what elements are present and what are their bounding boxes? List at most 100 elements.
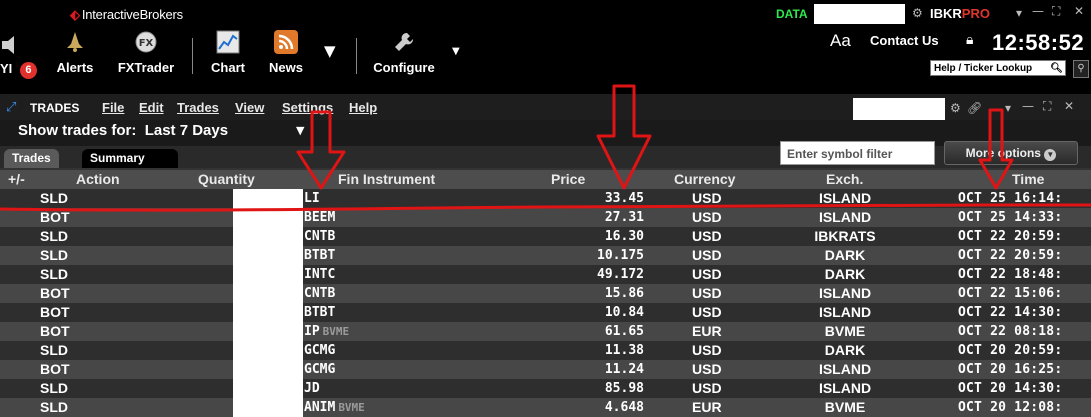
rss-icon: [274, 30, 298, 54]
window-minimize-icon[interactable]: —: [1022, 99, 1034, 113]
tool-configure-label: Configure: [373, 60, 435, 75]
cell-time-text: OCT 20 12:08:: [958, 400, 1063, 415]
search-icon: 🔍︎: [1050, 63, 1063, 74]
table-row[interactable]: BOT CNTB 15.86 USD ISLAND OCT 22 15:06:: [0, 284, 1091, 303]
cell-instrument-exchange: BVME: [338, 401, 365, 414]
cell-price-text: 11.38: [604, 343, 644, 358]
close-icon[interactable]: ✕: [1074, 4, 1084, 18]
tool-fxtrader-label: FXTrader: [117, 60, 175, 75]
cell-instrument: GCMG: [304, 360, 335, 379]
window-symbol-box[interactable]: [853, 98, 945, 120]
cell-action-text: SLD: [40, 266, 68, 282]
table-row[interactable]: SLD CNTB 16.30 USD IBKRATS OCT 22 20:59:: [0, 227, 1091, 246]
cell-action: BOT: [40, 303, 70, 322]
menu-trades[interactable]: Trades: [177, 100, 219, 115]
cell-instrument-text: IP: [304, 324, 320, 339]
cell-price-text: 10.84: [604, 305, 644, 320]
menu-settings[interactable]: Settings: [282, 100, 333, 115]
news-dropdown-arrow-icon[interactable]: ▼: [324, 42, 336, 60]
menu-help[interactable]: Help: [349, 100, 377, 115]
tab-trades[interactable]: Trades: [4, 149, 59, 168]
cell-action-text: SLD: [40, 247, 68, 263]
cell-currency-text: USD: [692, 266, 722, 282]
window-link-icon[interactable]: 🔗︎: [967, 101, 982, 115]
cell-instrument-text: BTBT: [304, 305, 336, 320]
tab-summary[interactable]: Summary: [82, 149, 178, 168]
wrench-icon: [392, 30, 416, 54]
col-currency[interactable]: Currency: [674, 171, 735, 187]
tool-chart[interactable]: Chart: [206, 30, 250, 75]
period-dropdown-icon[interactable]: ▼: [296, 124, 304, 137]
ticker-lookup-placeholder: Help / Ticker Lookup: [934, 63, 1033, 74]
col-time[interactable]: Time: [1012, 171, 1044, 187]
lock-icon[interactable]: 🔒︎: [966, 32, 973, 48]
font-size-button[interactable]: Aa: [830, 31, 851, 51]
table-row[interactable]: SLD BTBT 10.175 USD DARK OCT 22 20:59:: [0, 246, 1091, 265]
cell-price-text: 61.65: [604, 324, 644, 339]
cell-instrument-text: INTC: [304, 267, 336, 282]
table-row[interactable]: BOT BEEM 27.31 USD ISLAND OCT 25 14:33:: [0, 208, 1091, 227]
cell-action-text: SLD: [40, 342, 68, 358]
menu-view[interactable]: View: [235, 100, 264, 115]
window-dropdown-icon[interactable]: ▾: [1005, 101, 1011, 115]
tool-yi[interactable]: YI 6: [0, 61, 37, 79]
cell-exchange: ISLAND: [790, 284, 900, 303]
table-row[interactable]: BOT IP BVME 61.65 EUR BVME OCT 22 08:18:: [0, 322, 1091, 341]
cell-price-text: 49.172: [597, 267, 644, 282]
table-row[interactable]: SLD JD 85.98 USD ISLAND OCT 20 14:30:: [0, 379, 1091, 398]
cell-instrument-text: CNTB: [304, 229, 336, 244]
gear-icon[interactable]: ⚙: [912, 6, 923, 20]
table-row[interactable]: BOT BTBT 10.84 USD ISLAND OCT 22 14:30:: [0, 303, 1091, 322]
table-row[interactable]: SLD GCMG 11.38 USD DARK OCT 20 20:59:: [0, 341, 1091, 360]
show-trades-for[interactable]: Show trades for: Last 7 Days: [18, 122, 228, 139]
cell-quantity-redacted: [233, 208, 303, 227]
maximize-icon[interactable]: ⛶: [1052, 4, 1060, 19]
cell-exchange: ISLAND: [790, 379, 900, 398]
cell-action: BOT: [40, 208, 70, 227]
col-action[interactable]: Action: [76, 171, 120, 187]
configure-dropdown-arrow-icon[interactable]: ▼: [452, 46, 460, 57]
col-quantity[interactable]: Quantity: [198, 171, 255, 187]
table-row[interactable]: SLD LI 33.45 USD ISLAND OCT 25 16:14:: [0, 189, 1091, 208]
window-maximize-icon[interactable]: ⛶: [1043, 99, 1051, 114]
cell-instrument: JD: [304, 379, 320, 398]
table-row[interactable]: SLD INTC 49.172 USD DARK OCT 22 18:48:: [0, 265, 1091, 284]
cell-instrument: BTBT: [304, 303, 335, 322]
cell-currency-text: USD: [692, 361, 722, 377]
more-options-label: More options: [965, 146, 1041, 160]
tool-alerts[interactable]: Alerts: [52, 30, 98, 75]
speaker-icon[interactable]: [0, 32, 20, 58]
cell-exchange-text: BVME: [824, 323, 866, 339]
dropdown-arrow-icon[interactable]: ▾: [1016, 6, 1022, 20]
cell-time: OCT 20 12:08:: [958, 398, 1062, 417]
more-options-button[interactable]: More options ▼: [944, 141, 1078, 165]
tool-configure[interactable]: Configure: [368, 30, 440, 75]
window-close-icon[interactable]: ✕: [1064, 99, 1074, 113]
show-for-value[interactable]: Last 7 Days: [145, 122, 228, 139]
tool-fxtrader[interactable]: FX FXTrader: [112, 30, 180, 75]
minimize-icon[interactable]: —: [1032, 4, 1044, 18]
col-plusminus[interactable]: +/-: [8, 171, 25, 187]
col-fin-instrument[interactable]: Fin Instrument: [338, 171, 435, 187]
menu-edit[interactable]: Edit: [139, 100, 164, 115]
contact-us-link[interactable]: Contact Us: [870, 33, 939, 48]
table-row[interactable]: SLD ANIM BVME 4.648 EUR BVME OCT 20 12:08:: [0, 398, 1091, 417]
tool-news[interactable]: News: [264, 30, 308, 75]
cell-instrument: GCMG: [304, 341, 335, 360]
col-price[interactable]: Price: [551, 171, 585, 187]
ticker-lookup-input[interactable]: Help / Ticker Lookup 🔍︎: [930, 60, 1066, 76]
clock: 12:58:52: [992, 30, 1085, 55]
cell-time-text: OCT 22 14:30:: [958, 305, 1063, 320]
cell-price: 49.172: [520, 265, 644, 284]
link-icon[interactable]: ⤢: [6, 100, 16, 115]
pin-icon[interactable]: ⚲: [1073, 60, 1089, 78]
symbol-filter-input[interactable]: Enter symbol filter: [780, 141, 935, 165]
cell-currency-text: EUR: [692, 399, 722, 415]
cell-currency: USD: [692, 265, 722, 284]
table-row[interactable]: BOT GCMG 11.24 USD ISLAND OCT 20 16:25:: [0, 360, 1091, 379]
menu-file[interactable]: File: [102, 100, 124, 115]
window-gear-icon[interactable]: ⚙: [950, 101, 961, 115]
col-exchange[interactable]: Exch.: [826, 171, 863, 187]
cell-price-text: 15.86: [604, 286, 644, 301]
cell-quantity-redacted: [233, 379, 303, 398]
